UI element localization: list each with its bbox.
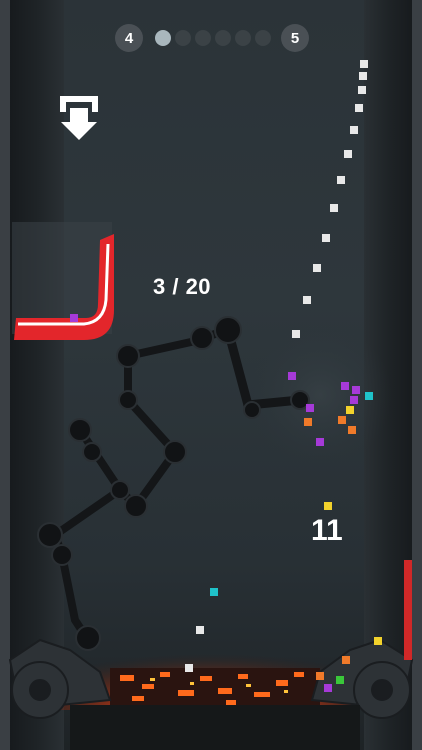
ball-cube (338, 416, 346, 424)
trajectory-cube (350, 126, 358, 134)
ball-cube (341, 382, 349, 390)
collector-cup (12, 222, 114, 340)
falling-cube (336, 676, 344, 684)
drop-arrow-icon[interactable] (60, 96, 98, 140)
trajectory-cube (359, 72, 367, 80)
ball-cube (288, 372, 296, 380)
trajectory-cube (313, 264, 321, 272)
trajectory-cube (330, 204, 338, 212)
ball-cube (316, 438, 324, 446)
ball-cube (350, 396, 358, 404)
ball-cube (306, 404, 314, 412)
trajectory-cube (355, 104, 363, 112)
falling-cube (196, 626, 204, 634)
ball-cube (352, 386, 360, 394)
falling-cube (210, 588, 218, 596)
trajectory-cube (344, 150, 352, 158)
trajectory-cube (360, 60, 368, 68)
floor-base (70, 705, 360, 750)
trajectory-cube (322, 234, 330, 242)
ball-cube (346, 406, 354, 414)
balls-remaining-count: 11 (311, 514, 343, 547)
falling-cube (342, 656, 350, 664)
collected-counter: 3 / 20 (153, 274, 212, 299)
trajectory-cube (303, 296, 311, 304)
ball-cube (365, 392, 373, 400)
falling-cube (374, 637, 382, 645)
falling-cube (324, 684, 332, 692)
trajectory-cube (337, 176, 345, 184)
ball-cube (324, 502, 332, 510)
trajectory-cube (358, 86, 366, 94)
side-indicator (404, 560, 412, 660)
falling-cube (185, 664, 193, 672)
game-screen[interactable]: 4 5 3 / 20 11 (0, 0, 422, 750)
ball-cube (304, 418, 312, 426)
falling-cube (316, 672, 324, 680)
trajectory-cube (292, 330, 300, 338)
ball-cube (348, 426, 356, 434)
scene-graphics (8, 96, 414, 750)
